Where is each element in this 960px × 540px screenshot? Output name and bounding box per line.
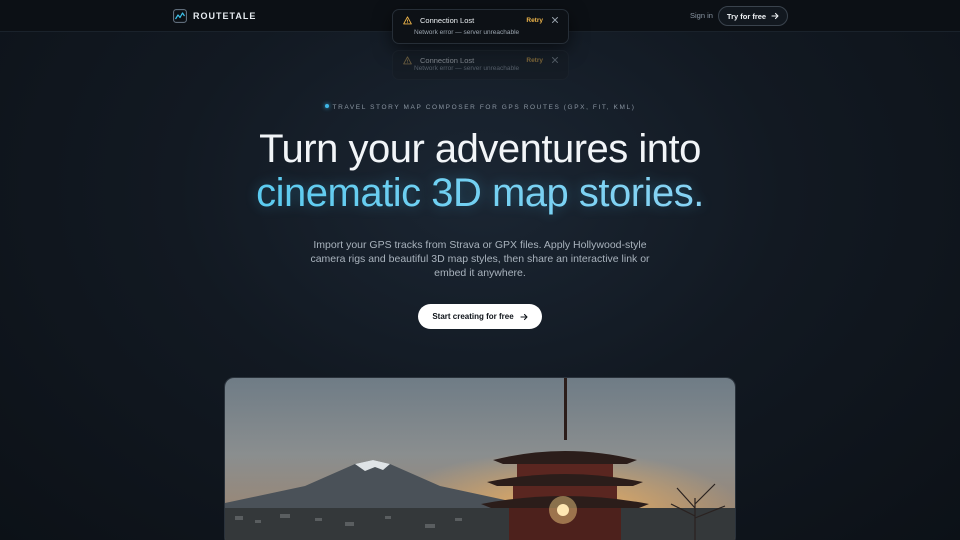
status-dot bbox=[324, 104, 329, 109]
brand-name: ROUTETALE bbox=[193, 11, 257, 21]
close-icon[interactable] bbox=[552, 57, 558, 63]
start-creating-button[interactable]: Start creating for free bbox=[418, 304, 542, 329]
toast-message: Network error — server unreachable bbox=[414, 65, 520, 72]
retry-button[interactable]: Retry bbox=[526, 17, 543, 24]
hero-headline-line-1: Turn your adventures into bbox=[259, 127, 701, 171]
toast-connection-lost-stacked: Connection Lost Retry Network error — se… bbox=[392, 50, 569, 80]
toast-title: Connection Lost bbox=[420, 55, 475, 65]
start-creating-label: Start creating for free bbox=[432, 312, 514, 321]
toast-title: Connection Lost bbox=[420, 15, 475, 25]
toast-connection-lost: Connection Lost Retry Network error — se… bbox=[392, 9, 569, 44]
eyebrow-text: TRAVEL STORY MAP COMPOSER FOR GPS ROUTES… bbox=[332, 104, 636, 111]
warning-icon bbox=[403, 55, 412, 64]
hero-subtitle: Import your GPS tracks from Strava or GP… bbox=[310, 239, 650, 279]
arrow-right-icon bbox=[520, 313, 528, 320]
close-icon[interactable] bbox=[552, 17, 558, 23]
warning-icon bbox=[403, 15, 412, 24]
logo-mark-icon bbox=[173, 9, 187, 23]
hero-headline-line-2: cinematic 3D map stories. bbox=[0, 170, 960, 216]
sign-in-link[interactable]: Sign in bbox=[690, 11, 713, 20]
hero-eyebrow: TRAVEL STORY MAP COMPOSER FOR GPS ROUTES… bbox=[0, 104, 960, 111]
arrow-right-icon bbox=[771, 12, 779, 20]
try-for-free-button[interactable]: Try for free bbox=[718, 6, 788, 26]
retry-button[interactable]: Retry bbox=[526, 57, 543, 64]
try-for-free-label: Try for free bbox=[726, 11, 767, 21]
toast-message: Network error — server unreachable bbox=[414, 29, 520, 36]
brand-logo[interactable]: ROUTETALE bbox=[173, 9, 256, 23]
hero-preview-image bbox=[224, 377, 736, 540]
